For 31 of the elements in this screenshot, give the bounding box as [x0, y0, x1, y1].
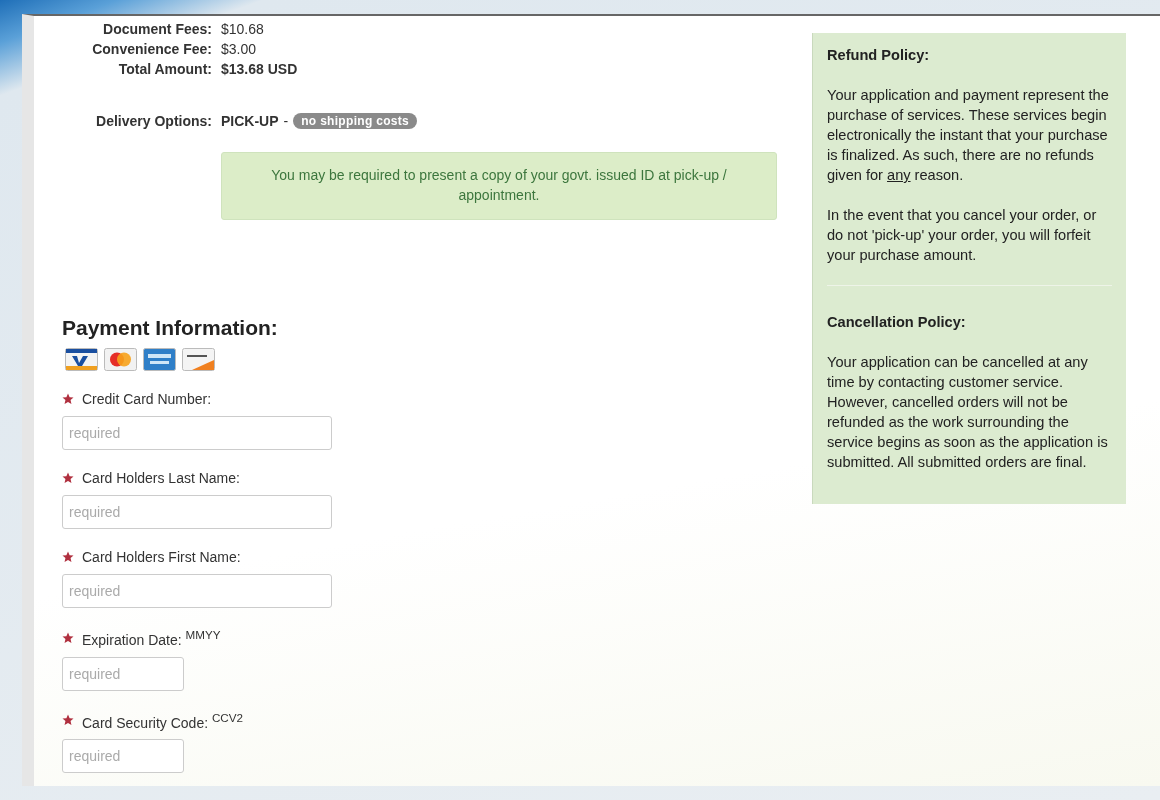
fee-value: $10.68 — [221, 20, 265, 38]
field-label: Card Holders Last Name: — [82, 470, 240, 486]
fee-value: $3.00 — [221, 40, 258, 58]
field-label: Expiration Date: $^{MMYY}$ — [82, 628, 221, 648]
fee-value: $13.68 USD — [221, 60, 299, 78]
policy-paragraph: Your application can be cancelled at any time by contacting customer service. However, cancelled orders will not be refunded as the work surrounding the service begins as soon as the application is submitted. All submitted orders are final. — [827, 353, 1109, 472]
input-field[interactable]: required — [62, 656, 184, 691]
id-notice: You may be required to present a copy of your govt. issued ID at pick-up / appointment. — [221, 152, 777, 220]
shipping-badge: no shipping costs — [293, 113, 417, 129]
input-field[interactable]: required — [62, 495, 332, 529]
fee-label: Convenience Fee: — [91, 40, 212, 58]
field-label: Card Holders First Name: — [82, 549, 241, 565]
input-field[interactable]: required — [62, 574, 332, 608]
policy-paragraph: Your application and payment represent the purchase of services. These services begin electronically the instant that your purchase is finalized. As such, there are no refunds given for any reason. — [827, 86, 1110, 185]
credit-card-icon — [104, 348, 137, 371]
delivery-value: PICK-UP — [221, 113, 279, 129]
credit-card-icon — [182, 348, 215, 371]
policy-paragraph: In the event that you cancel your order, or do not 'pick-up' your order, you will forfeit your purchase amount. — [827, 206, 1098, 265]
credit-card-icon — [65, 348, 98, 371]
fee-label: Total Amount: — [117, 60, 212, 78]
section-title: Payment Information: — [62, 316, 279, 340]
separator-text: - — [283, 113, 289, 129]
field-label: Card Security Code: $^{CCV2}$ — [82, 710, 244, 731]
fee-label: Document Fees: — [102, 20, 212, 38]
delivery-label: Delivery Options: — [95, 113, 212, 129]
input-field[interactable]: required — [62, 739, 184, 774]
input-field[interactable]: required — [62, 416, 332, 450]
field-label: Credit Card Number: — [82, 391, 212, 407]
credit-card-icon — [143, 348, 176, 371]
policy-title: Cancellation Policy: — [827, 313, 967, 332]
policy-title: Refund Policy: — [827, 46, 931, 65]
